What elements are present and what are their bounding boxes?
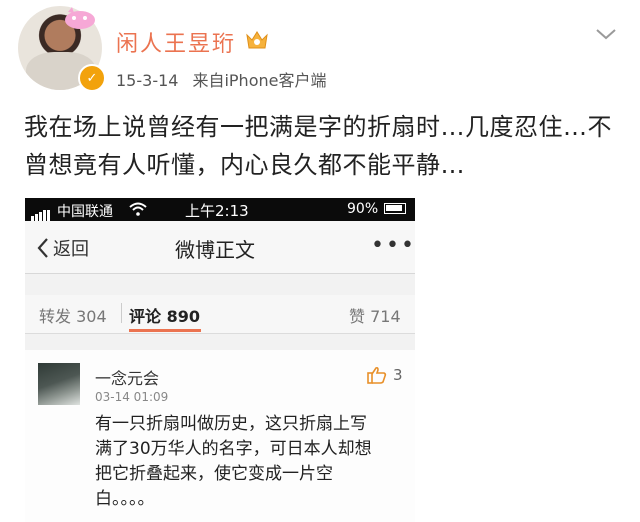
- comment-like-count: 3: [393, 366, 403, 384]
- back-label: 返回: [53, 239, 89, 260]
- signal-icon: [31, 205, 51, 221]
- more-button[interactable]: •••: [371, 233, 415, 258]
- comment-text: 有一只折扇叫做历史，这只折扇上写满了30万华人的名字，可日本人却想把它折叠起来，…: [95, 414, 372, 509]
- battery-percent: 90%: [347, 201, 379, 217]
- post-source: 来自iPhone客户端: [192, 71, 327, 90]
- comment-label: 评论: [129, 307, 162, 326]
- embedded-screenshot: 中国联通 上午2:13 90% 返回 微博正文 ••• 转发 304 评论 89…: [25, 198, 415, 522]
- status-bar: 中国联通 上午2:13 90%: [25, 198, 415, 221]
- tab-forward[interactable]: 转发 304: [39, 303, 107, 327]
- status-time: 上午2:13: [185, 202, 249, 220]
- post-meta: 15-3-14 来自iPhone客户端: [116, 67, 326, 91]
- chevron-down-icon[interactable]: [594, 26, 618, 42]
- comment-author[interactable]: 一念元会: [95, 365, 159, 389]
- tab-like[interactable]: 赞 714: [349, 303, 401, 327]
- page-title: 微博正文: [175, 238, 255, 262]
- post-date: 15-3-14: [116, 71, 179, 90]
- comment-like-button[interactable]: 3: [367, 366, 403, 384]
- wifi-icon: [129, 202, 147, 216]
- back-arrow-icon: [37, 238, 48, 258]
- tab-comment[interactable]: 评论 890: [129, 303, 200, 327]
- carrier: 中国联通: [57, 204, 113, 220]
- thumbs-up-icon: [367, 366, 387, 384]
- pink-sticker-icon: [65, 7, 95, 29]
- stats-bar: 转发 304 评论 890 赞 714: [25, 295, 415, 334]
- verified-badge-icon: ✓: [78, 64, 106, 92]
- username[interactable]: 闲人王昱珩: [116, 26, 236, 58]
- navbar: 返回 微博正文 •••: [25, 221, 415, 274]
- vip-crown-icon: [246, 31, 268, 49]
- comment-avatar[interactable]: [38, 363, 80, 405]
- back-button[interactable]: 返回: [37, 235, 89, 261]
- comment-item: 一念元会 03-14 01:09 3 有一只折扇叫做历史，这只折扇上写满了30万…: [25, 350, 415, 522]
- post-text: 我在场上说曾经有一把满是字的折扇时…几度忍住…不曾想竟有人听懂，内心良久都不能平…: [24, 113, 612, 179]
- divider: [121, 303, 122, 323]
- active-tab-indicator: [129, 329, 201, 332]
- comment-date: 03-14 01:09: [95, 390, 169, 404]
- battery-icon: [384, 203, 406, 214]
- comment-count: 890: [166, 307, 200, 326]
